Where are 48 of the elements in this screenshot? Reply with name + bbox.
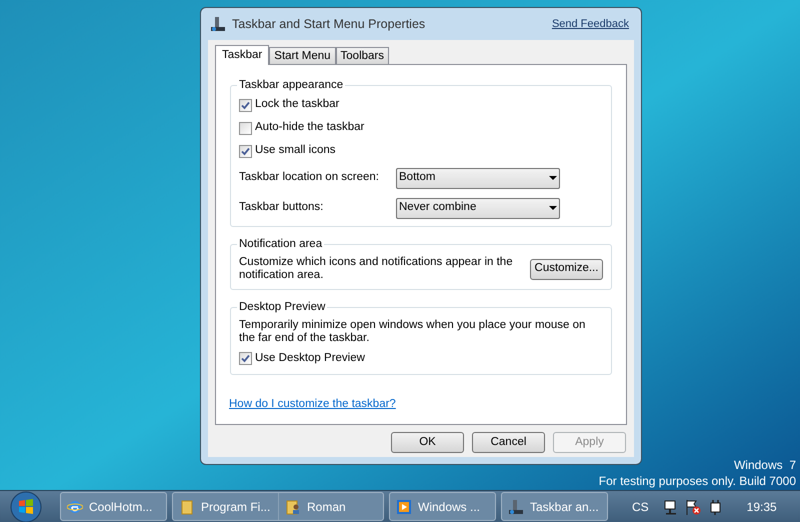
tab[interactable]: Taskbar bbox=[215, 45, 270, 65]
preview-description: Temporarily minimize open windows when you place your mouse on the far end of the taskbar. bbox=[239, 319, 586, 345]
windows-logo-icon bbox=[10, 490, 42, 522]
dialog-button[interactable]: Cancel bbox=[472, 432, 545, 453]
window-title: Taskbar and Start Menu Properties bbox=[232, 16, 426, 33]
clock[interactable]: 19:35 bbox=[746, 498, 777, 516]
checkbox[interactable] bbox=[239, 144, 252, 158]
folder-icon bbox=[179, 498, 195, 514]
network-icon[interactable] bbox=[662, 498, 679, 514]
checkbox-label: Auto-hide the taskbar bbox=[255, 120, 364, 136]
flag-error-icon[interactable] bbox=[684, 498, 701, 514]
taskbar-window-icon bbox=[210, 16, 226, 32]
tab[interactable]: Toolbars bbox=[336, 47, 389, 64]
taskbar-button[interactable]: Windows ... bbox=[390, 493, 495, 520]
dialog-button[interactable]: OK bbox=[391, 432, 464, 453]
group-title: Desktop Preview bbox=[237, 300, 328, 314]
user-folder-icon bbox=[285, 498, 301, 514]
dropdown[interactable]: Bottom bbox=[396, 168, 560, 188]
taskbar-button[interactable]: Program Fi... bbox=[173, 493, 278, 520]
checkmark-icon bbox=[241, 100, 250, 110]
checkbox-label: Use Desktop Preview bbox=[255, 351, 365, 366]
dropdown-label: Taskbar location on screen: bbox=[239, 170, 380, 186]
desktop-watermark-text: Windows 7 bbox=[734, 457, 796, 473]
tab[interactable]: Start Menu bbox=[269, 47, 336, 64]
taskbar-button[interactable]: CoolHotm... bbox=[61, 493, 166, 520]
send-feedback-link[interactable]: Send Feedback bbox=[552, 16, 629, 32]
help-link[interactable]: How do I customize the taskbar? bbox=[229, 396, 612, 414]
language-indicator[interactable]: CS bbox=[632, 498, 649, 516]
checkbox-label: Lock the taskbar bbox=[255, 97, 340, 112]
customize-button[interactable]: Customize... bbox=[530, 258, 603, 280]
group-title: Taskbar appearance bbox=[237, 78, 346, 92]
checkmark-icon bbox=[241, 354, 250, 364]
globe-e-icon bbox=[67, 498, 83, 514]
checkbox[interactable] bbox=[239, 98, 252, 112]
checkmark-icon bbox=[241, 146, 250, 156]
play-icon bbox=[396, 498, 412, 514]
dropdown-arrow-icon bbox=[549, 206, 557, 210]
checkbox-label: Use small icons bbox=[255, 143, 336, 158]
dropdown-arrow-icon bbox=[549, 176, 557, 180]
notification-description: Customize which icons and notifications appear in the notification area. bbox=[239, 256, 514, 282]
taskbar-button[interactable]: Roman bbox=[278, 493, 383, 520]
dropdown-label: Taskbar buttons: bbox=[239, 200, 324, 216]
desktop-watermark-text: For testing purposes only. Build 7000 bbox=[598, 473, 796, 489]
checkbox[interactable] bbox=[239, 352, 252, 366]
dropdown[interactable]: Never combine bbox=[396, 198, 560, 218]
checkbox[interactable] bbox=[239, 122, 252, 134]
taskbar-window-icon bbox=[508, 498, 524, 514]
taskbar-button[interactable]: Taskbar an... bbox=[502, 493, 607, 520]
